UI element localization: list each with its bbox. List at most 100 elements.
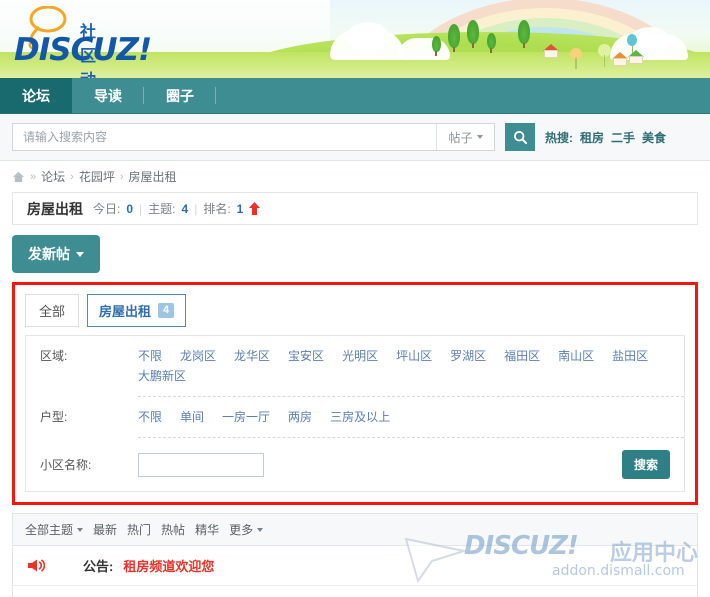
megaphone-icon — [28, 559, 45, 572]
new-post-button[interactable]: 发新帖 — [12, 235, 100, 273]
nav-item-label: 圈子 — [166, 87, 194, 104]
toolbar-digest[interactable]: 精华 — [195, 521, 219, 538]
toolbar-hot-posts[interactable]: 热帖 — [161, 521, 185, 538]
region-option-3[interactable]: 宝安区 — [288, 346, 324, 366]
region-option-7[interactable]: 福田区 — [504, 346, 540, 366]
community-label: 小区名称: — [40, 457, 92, 472]
house-icon — [628, 50, 644, 64]
threads-value: 4 — [181, 201, 189, 216]
search-scope-select[interactable]: 帖子 — [436, 124, 494, 150]
stat-divider: | — [194, 201, 198, 216]
filter-row-region: 区域: 不限 龙岗区 龙华区 宝安区 光明区 坪山区 罗湖区 福田区 南山区 盐… — [26, 336, 684, 397]
filter-tab-rental[interactable]: 房屋出租 4 — [87, 294, 187, 327]
forum-header: 房屋出租 今日: 0 | 主题: 4 | 排名: 1 — [12, 192, 698, 225]
community-name-input[interactable] — [138, 452, 264, 477]
page-root: 社区动力 DISCUZ! 论坛 导读 圈子 帖子 — [0, 0, 710, 597]
region-option-9[interactable]: 盐田区 — [612, 346, 648, 366]
thread-list: 全部主题 最新 热门 热帖 精华 更多 公告: 租房频道欢迎您 — [12, 513, 698, 597]
chevron-down-icon — [76, 251, 84, 257]
region-option-8[interactable]: 南山区 — [558, 346, 594, 366]
housetype-option-1[interactable]: 单间 — [180, 407, 204, 427]
toolbar-label: 热帖 — [161, 523, 186, 537]
rank-value: 1 — [236, 201, 244, 216]
housetype-option-0[interactable]: 不限 — [138, 407, 162, 427]
filter-tab-label: 全部 — [39, 304, 66, 319]
region-option-2[interactable]: 龙华区 — [234, 346, 270, 366]
search-box: 帖子 — [12, 123, 495, 151]
filter-row-housetype: 户型: 不限 单间 一房一厅 两房 三房及以上 — [26, 397, 684, 438]
region-option-0[interactable]: 不限 — [138, 346, 162, 366]
filter-row-label: 区域: — [40, 349, 68, 363]
region-option-5[interactable]: 坪山区 — [396, 346, 432, 366]
region-option-1[interactable]: 龙岗区 — [180, 346, 216, 366]
breadcrumb: » 论坛 › 花园坪 › 房屋出租 — [0, 161, 710, 192]
forum-header-wrap: 房屋出租 今日: 0 | 主题: 4 | 排名: 1 — [0, 192, 710, 225]
region-option-6[interactable]: 罗湖区 — [450, 346, 486, 366]
toolbar-more[interactable]: 更多 — [229, 521, 264, 538]
filter-panel: 全部 房屋出租 4 区域: 不限 龙岗区 龙华区 宝安区 光明区 坪山区 罗湖区… — [12, 282, 698, 505]
search-scope-label: 帖子 — [448, 130, 473, 145]
site-banner: 社区动力 DISCUZ! — [0, 0, 710, 78]
nav-item-label: 导读 — [94, 87, 122, 104]
announcement-text[interactable]: 租房频道欢迎您 — [123, 556, 214, 575]
nav-item-guide[interactable]: 导读 — [72, 78, 144, 113]
cloud-icon — [398, 38, 450, 60]
toolbar-label: 最新 — [93, 523, 118, 537]
filter-tab-badge: 4 — [158, 303, 175, 318]
housetype-option-2[interactable]: 一房一厅 — [222, 407, 270, 427]
main-nav: 论坛 导读 圈子 — [0, 78, 710, 114]
hot-search: 热搜: 租房 二手 美食 — [545, 129, 666, 146]
filter-body: 区域: 不限 龙岗区 龙华区 宝安区 光明区 坪山区 罗湖区 福田区 南山区 盐… — [25, 335, 685, 492]
filter-options-housetype: 不限 单间 一房一厅 两房 三房及以上 — [138, 407, 684, 438]
breadcrumb-item-section[interactable]: 花园坪 — [79, 168, 115, 185]
chevron-down-icon — [77, 527, 84, 532]
forum-stats: 今日: 0 | 主题: 4 | 排名: 1 — [93, 200, 261, 217]
search-input[interactable] — [13, 124, 436, 150]
filter-tabs: 全部 房屋出租 4 — [15, 285, 695, 327]
nav-item-forum[interactable]: 论坛 — [0, 78, 72, 113]
nav-item-label: 论坛 — [22, 87, 50, 104]
hot-search-item-1[interactable]: 租房 — [580, 129, 604, 146]
search-icon — [513, 130, 527, 144]
today-value: 0 — [126, 201, 134, 216]
balloon-icon — [627, 34, 637, 57]
thread-list-toolbar: 全部主题 最新 热门 热帖 精华 更多 — [13, 514, 697, 546]
filter-search-button[interactable]: 搜索 — [621, 450, 670, 479]
announcement-row: 公告: 租房频道欢迎您 — [13, 546, 697, 586]
cloud-icon — [347, 22, 389, 52]
page-title: 房屋出租 — [27, 200, 83, 217]
puff-tree-icon — [598, 44, 611, 67]
arrow-up-icon — [249, 202, 261, 215]
breadcrumb-separator: › — [119, 170, 124, 183]
housetype-option-3[interactable]: 两房 — [288, 407, 312, 427]
toolbar-label: 热门 — [127, 523, 152, 537]
home-icon[interactable] — [12, 171, 25, 183]
search-bar: 帖子 热搜: 租房 二手 美食 — [0, 114, 710, 161]
new-post-wrap: 发新帖 — [0, 225, 710, 282]
threads-label: 主题: — [148, 202, 176, 216]
region-option-10[interactable]: 大鹏新区 — [138, 366, 186, 386]
breadcrumb-separator: › — [70, 170, 74, 183]
breadcrumb-separator: » — [30, 170, 37, 183]
filter-tab-all[interactable]: 全部 — [25, 294, 80, 327]
toolbar-label: 精华 — [195, 523, 220, 537]
toolbar-hot[interactable]: 热门 — [127, 521, 151, 538]
house-icon — [612, 52, 628, 66]
breadcrumb-item-forum[interactable]: 论坛 — [41, 168, 65, 185]
filter-row-community: 小区名称: 搜索 — [26, 438, 684, 491]
filter-options-region: 不限 龙岗区 龙华区 宝安区 光明区 坪山区 罗湖区 福田区 南山区 盐田区 大… — [138, 346, 684, 397]
toolbar-newest[interactable]: 最新 — [93, 521, 117, 538]
lollipop-tree-icon — [570, 48, 582, 69]
nav-item-group[interactable]: 圈子 — [144, 78, 216, 113]
housetype-option-4[interactable]: 三房及以上 — [330, 407, 390, 427]
region-option-4[interactable]: 光明区 — [342, 346, 378, 366]
chevron-down-icon — [476, 135, 483, 139]
breadcrumb-item-current[interactable]: 房屋出租 — [129, 168, 177, 185]
toolbar-all-threads[interactable]: 全部主题 — [25, 521, 84, 538]
search-submit-button[interactable] — [505, 123, 535, 151]
toolbar-label: 全部主题 — [25, 523, 74, 537]
table-row[interactable]: 时间测试 New — [13, 586, 697, 597]
hot-search-item-3[interactable]: 美食 — [642, 129, 666, 146]
rank-label: 排名: — [203, 202, 231, 216]
hot-search-item-2[interactable]: 二手 — [611, 129, 635, 146]
